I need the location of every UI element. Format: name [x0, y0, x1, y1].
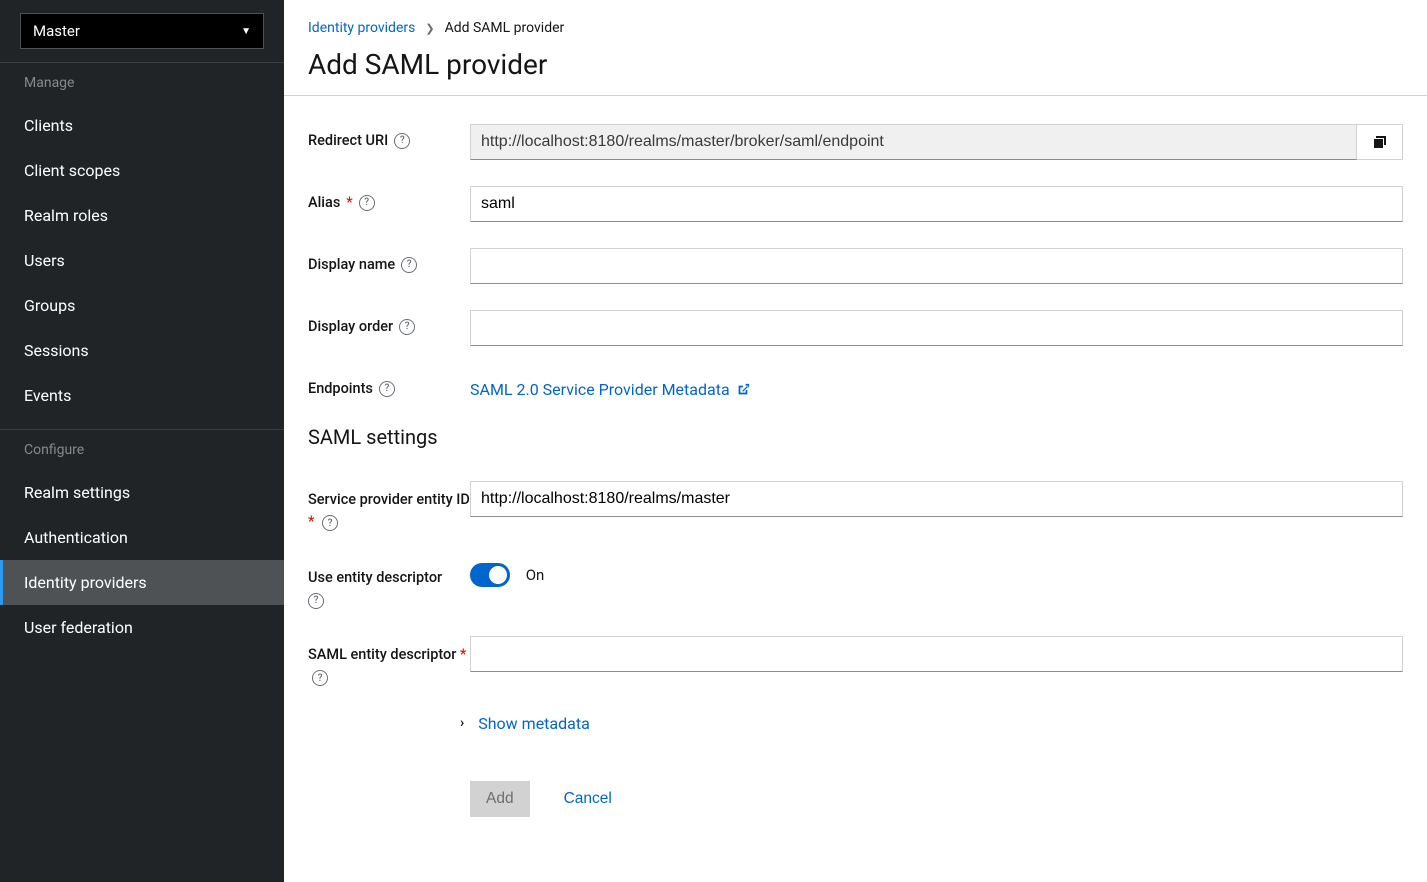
copy-button[interactable]	[1357, 124, 1403, 160]
display-order-input[interactable]	[470, 310, 1403, 346]
show-metadata-link[interactable]: Show metadata	[478, 714, 590, 733]
display-name-label: Display name	[308, 256, 395, 273]
chevron-right-icon: ❯	[425, 22, 434, 35]
help-icon[interactable]: ?	[322, 515, 338, 531]
alias-label: Alias	[308, 194, 340, 211]
help-icon[interactable]: ?	[312, 670, 328, 686]
help-icon[interactable]: ?	[401, 257, 417, 273]
help-icon[interactable]: ?	[379, 381, 395, 397]
caret-down-icon: ▼	[241, 26, 251, 37]
use-entity-descriptor-toggle[interactable]	[470, 563, 510, 587]
saml-entity-descriptor-input[interactable]	[470, 636, 1403, 672]
page-title: Add SAML provider	[308, 48, 1403, 81]
show-metadata-toggle[interactable]: › Show metadata	[460, 714, 1403, 733]
nav-item-clients[interactable]: Clients	[0, 103, 284, 148]
required-indicator: *	[346, 194, 352, 211]
external-link-icon	[736, 383, 750, 397]
nav-section-manage: Manage	[0, 62, 284, 103]
nav-item-authentication[interactable]: Authentication	[0, 515, 284, 560]
main-content: Identity providers ❯ Add SAML provider A…	[284, 0, 1427, 882]
nav-item-realm-roles[interactable]: Realm roles	[0, 193, 284, 238]
help-icon[interactable]: ?	[394, 133, 410, 149]
realm-name: Master	[33, 22, 80, 40]
nav-item-client-scopes[interactable]: Client scopes	[0, 148, 284, 193]
nav-item-identity-providers[interactable]: Identity providers	[0, 560, 284, 605]
required-indicator: *	[460, 646, 466, 663]
cancel-button[interactable]: Cancel	[548, 781, 628, 817]
breadcrumb-current: Add SAML provider	[445, 20, 565, 36]
endpoints-label: Endpoints	[308, 380, 373, 397]
help-icon[interactable]: ?	[399, 319, 415, 335]
nav-item-user-federation[interactable]: User federation	[0, 605, 284, 650]
saml-settings-heading: SAML settings	[308, 425, 1403, 449]
sp-entity-id-input[interactable]	[470, 481, 1403, 517]
help-icon[interactable]: ?	[308, 593, 324, 609]
display-order-label: Display order	[308, 318, 393, 335]
endpoints-link-label: SAML 2.0 Service Provider Metadata	[470, 380, 730, 399]
nav-item-users[interactable]: Users	[0, 238, 284, 283]
saml-entity-descriptor-label: SAML entity descriptor	[308, 646, 456, 663]
nav-item-sessions[interactable]: Sessions	[0, 328, 284, 373]
required-indicator: *	[308, 513, 314, 530]
breadcrumb: Identity providers ❯ Add SAML provider	[308, 20, 1403, 36]
add-button[interactable]: Add	[470, 781, 530, 817]
sidebar: Master ▼ Manage ClientsClient scopesReal…	[0, 0, 284, 882]
display-name-input[interactable]	[470, 248, 1403, 284]
help-icon[interactable]: ?	[359, 195, 375, 211]
use-entity-descriptor-label: Use entity descriptor	[308, 569, 442, 586]
nav-item-realm-settings[interactable]: Realm settings	[0, 470, 284, 515]
redirect-uri-input[interactable]	[470, 124, 1357, 160]
chevron-right-icon: ›	[460, 715, 464, 731]
toggle-state-label: On	[526, 566, 545, 584]
nav-item-groups[interactable]: Groups	[0, 283, 284, 328]
realm-selector[interactable]: Master ▼	[20, 13, 264, 49]
redirect-uri-label: Redirect URI	[308, 132, 388, 149]
endpoints-link[interactable]: SAML 2.0 Service Provider Metadata	[470, 380, 750, 399]
copy-icon	[1372, 134, 1388, 150]
nav-section-configure: Configure	[0, 429, 284, 470]
nav-item-events[interactable]: Events	[0, 373, 284, 429]
breadcrumb-parent-link[interactable]: Identity providers	[308, 20, 415, 36]
divider	[284, 95, 1427, 96]
alias-input[interactable]	[470, 186, 1403, 222]
sp-entity-id-label: Service provider entity ID	[308, 491, 470, 508]
